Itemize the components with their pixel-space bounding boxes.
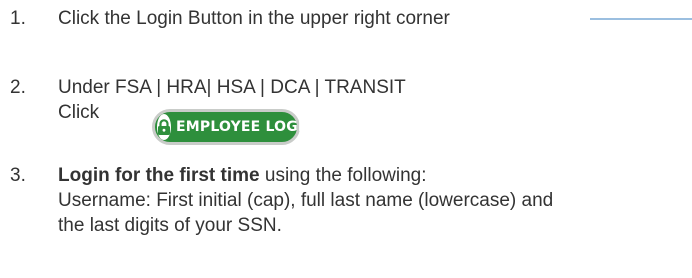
employee-login-label: EMPLOYEE LOGIN xyxy=(176,119,316,135)
step-number: 2. xyxy=(10,77,26,98)
step-text-line-3: the last digits of your SSN. xyxy=(58,215,282,236)
employee-login-button[interactable]: EMPLOYEE LOGIN xyxy=(152,109,315,145)
pointer-line xyxy=(590,18,692,20)
bold-instruction: Login for the first time xyxy=(58,165,260,186)
step-text: Click the Login Button in the upper righ… xyxy=(58,8,450,29)
step-text-line-2: Username: First initial (cap), full last… xyxy=(58,190,554,211)
instruction-suffix: using the following: xyxy=(259,165,427,186)
step-3: 3. Login for the first time using the fo… xyxy=(10,163,690,263)
step-text-line-1: Login for the first time using the follo… xyxy=(58,163,553,188)
step-number: 3. xyxy=(10,165,26,186)
lock-icon xyxy=(157,114,171,140)
step-text-line-1: Under FSA | HRA| HSA | DCA | TRANSIT xyxy=(58,77,406,98)
step-1: 1. Click the Login Button in the upper r… xyxy=(10,6,690,32)
step-2: 2. Under FSA | HRA| HSA | DCA | TRANSIT … xyxy=(10,75,690,155)
step-number: 1. xyxy=(10,8,26,29)
